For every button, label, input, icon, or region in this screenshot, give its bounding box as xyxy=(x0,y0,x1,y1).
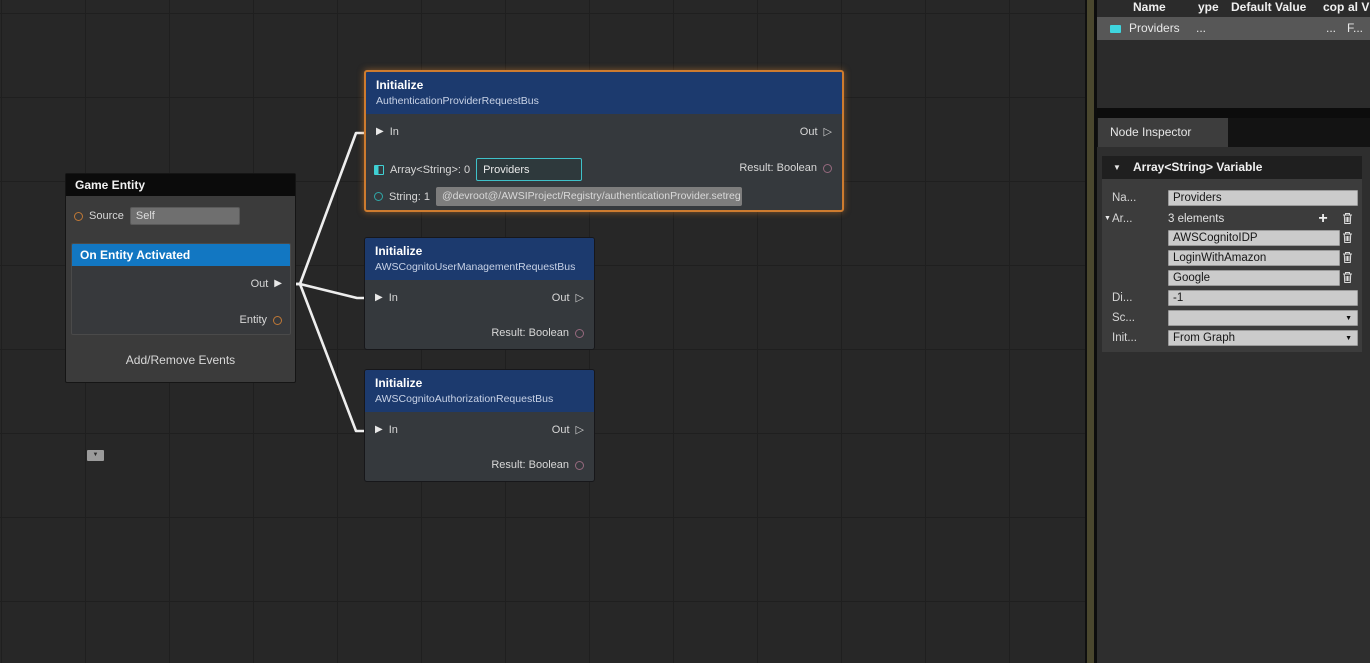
in-pin-icon[interactable]: ▶ xyxy=(375,424,383,436)
col-initial-value[interactable]: al V xyxy=(1348,0,1369,17)
chevron-down-icon: ▼ xyxy=(1345,335,1352,343)
result-label: Result: Boolean xyxy=(491,459,569,471)
row-name: Providers xyxy=(1129,21,1180,35)
array-type-icon xyxy=(1110,25,1121,33)
source-pin-icon[interactable] xyxy=(74,212,83,221)
panel-splitter[interactable] xyxy=(1085,0,1097,663)
out-pin-icon[interactable]: ▷ xyxy=(576,292,584,304)
out-pin-label: Out xyxy=(251,278,269,290)
initialize-authentication-provider-node[interactable]: Initialize AuthenticationProviderRequest… xyxy=(364,70,844,212)
settings-registry-path-input[interactable]: @devroot@/AWSIProject/Registry/authentic… xyxy=(436,187,742,206)
result-label: Result: Boolean xyxy=(491,327,569,339)
out-pin-label: Out xyxy=(800,126,818,138)
delete-element-1-button[interactable] xyxy=(1340,250,1354,265)
variable-row-providers[interactable]: Providers ... ... F... xyxy=(1097,17,1370,40)
entity-pin-icon[interactable] xyxy=(273,316,282,325)
source-pin-label: Source xyxy=(89,210,124,222)
variable-properties: Na... ▼ Ar... 3 elements + xyxy=(1102,179,1362,352)
chevron-down-icon: ▼ xyxy=(1345,315,1352,323)
string-slot-label: String: 1 xyxy=(389,191,430,203)
entity-pin-label: Entity xyxy=(239,314,267,326)
node-header: Initialize AWSCognitoAuthorizationReques… xyxy=(365,370,594,412)
trash-icon xyxy=(1342,212,1353,225)
row-scope: ... xyxy=(1326,21,1336,35)
trash-icon xyxy=(1342,251,1353,264)
section-array-string-variable[interactable]: ▼ Array<String> Variable xyxy=(1102,156,1362,179)
delete-element-0-button[interactable] xyxy=(1340,230,1354,245)
init-field-label: Init... xyxy=(1112,330,1164,346)
scope-field-label: Sc... xyxy=(1112,310,1164,326)
datum-field-label: Di... xyxy=(1112,290,1164,306)
scope-dropdown[interactable]: ▼ xyxy=(1168,310,1358,326)
element-2-input[interactable] xyxy=(1168,270,1340,286)
graph-canvas[interactable]: Game Entity Source On Entity Activated O… xyxy=(0,0,1085,663)
section-title: Array<String> Variable xyxy=(1133,156,1262,179)
name-field-label: Na... xyxy=(1112,190,1164,206)
element-1-input[interactable] xyxy=(1168,250,1340,266)
node-subtitle: AuthenticationProviderRequestBus xyxy=(376,95,832,107)
game-entity-title: Game Entity xyxy=(66,174,295,196)
col-type[interactable]: ype xyxy=(1198,0,1219,17)
in-pin-label: In xyxy=(390,126,399,138)
in-pin-label: In xyxy=(389,292,398,304)
script-canvas-window: Game Entity Source On Entity Activated O… xyxy=(0,0,1370,663)
row-type: ... xyxy=(1196,21,1206,35)
array-collapse-triangle-icon[interactable]: ▼ xyxy=(1104,215,1111,222)
node-title: Initialize xyxy=(375,244,584,258)
out-pin-icon[interactable]: ▷ xyxy=(576,424,584,436)
array-count: 3 elements xyxy=(1168,211,1224,227)
in-pin-label: In xyxy=(389,424,398,436)
node-header: Initialize AWSCognitoUserManagementReque… xyxy=(365,238,594,280)
datum-field-input[interactable] xyxy=(1168,290,1358,306)
event-title: On Entity Activated xyxy=(72,244,290,266)
providers-variable-input[interactable] xyxy=(476,158,582,181)
collapse-triangle-icon[interactable]: ▼ xyxy=(1113,156,1121,179)
tab-node-inspector[interactable]: Node Inspector xyxy=(1098,118,1228,147)
array-string-pin-icon[interactable] xyxy=(374,165,384,175)
trash-icon xyxy=(1342,231,1353,244)
right-panel: Name ype Default Value cop al V Provider… xyxy=(1097,0,1370,663)
initial-value-dropdown-value: From Graph xyxy=(1173,332,1235,344)
col-name[interactable]: Name xyxy=(1133,0,1166,17)
node-inspector-body: ▼ Array<String> Variable Na... ▼ Ar... 3… xyxy=(1097,147,1370,663)
out-pin-label: Out xyxy=(552,424,570,436)
node-title: Initialize xyxy=(375,376,584,390)
inspector-tabbar: Node Inspector xyxy=(1097,118,1370,147)
element-0-input[interactable] xyxy=(1168,230,1340,246)
out-pin-label: Out xyxy=(552,292,570,304)
name-field-input[interactable] xyxy=(1168,190,1358,206)
clear-array-button[interactable] xyxy=(1340,211,1354,226)
out-pin-icon[interactable]: ▶ xyxy=(274,278,282,290)
string-pin-icon[interactable] xyxy=(374,192,383,201)
node-subtitle: AWSCognitoAuthorizationRequestBus xyxy=(375,393,584,405)
initialize-cognito-authorization-node[interactable]: Initialize AWSCognitoAuthorizationReques… xyxy=(364,369,595,482)
result-label: Result: Boolean xyxy=(739,162,817,174)
result-pin-icon[interactable] xyxy=(575,329,584,338)
on-entity-activated-event[interactable]: On Entity Activated Out ▶ Entity xyxy=(71,243,291,335)
initialize-cognito-user-management-node[interactable]: Initialize AWSCognitoUserManagementReque… xyxy=(364,237,595,350)
delete-element-2-button[interactable] xyxy=(1340,270,1354,285)
node-title: Initialize xyxy=(376,78,832,92)
in-pin-icon[interactable]: ▶ xyxy=(375,292,383,304)
initial-value-dropdown[interactable]: From Graph ▼ xyxy=(1168,330,1358,346)
in-pin-icon[interactable]: ▶ xyxy=(376,126,384,138)
game-entity-node[interactable]: Game Entity Source On Entity Activated O… xyxy=(65,173,296,383)
array-slot-label: Array<String>: 0 xyxy=(390,164,470,176)
col-default-value[interactable]: Default Value xyxy=(1231,0,1306,17)
col-scope[interactable]: cop xyxy=(1323,0,1344,17)
panel-separator xyxy=(1097,108,1370,118)
row-initial: F... xyxy=(1347,21,1363,35)
trash-icon xyxy=(1342,271,1353,284)
add-remove-events-button[interactable]: Add/Remove Events xyxy=(66,353,295,367)
add-element-button[interactable]: + xyxy=(1316,211,1330,226)
plus-icon: + xyxy=(1318,212,1327,226)
result-pin-icon[interactable] xyxy=(575,461,584,470)
source-input[interactable] xyxy=(130,207,240,225)
out-pin-icon[interactable]: ▷ xyxy=(824,126,832,138)
result-pin-icon[interactable] xyxy=(823,164,832,173)
node-subtitle: AWSCognitoUserManagementRequestBus xyxy=(375,261,584,273)
node-header: Initialize AuthenticationProviderRequest… xyxy=(366,72,842,114)
array-field-label: Ar... xyxy=(1112,211,1164,227)
collapsed-node-button[interactable]: ▼ xyxy=(87,450,104,461)
